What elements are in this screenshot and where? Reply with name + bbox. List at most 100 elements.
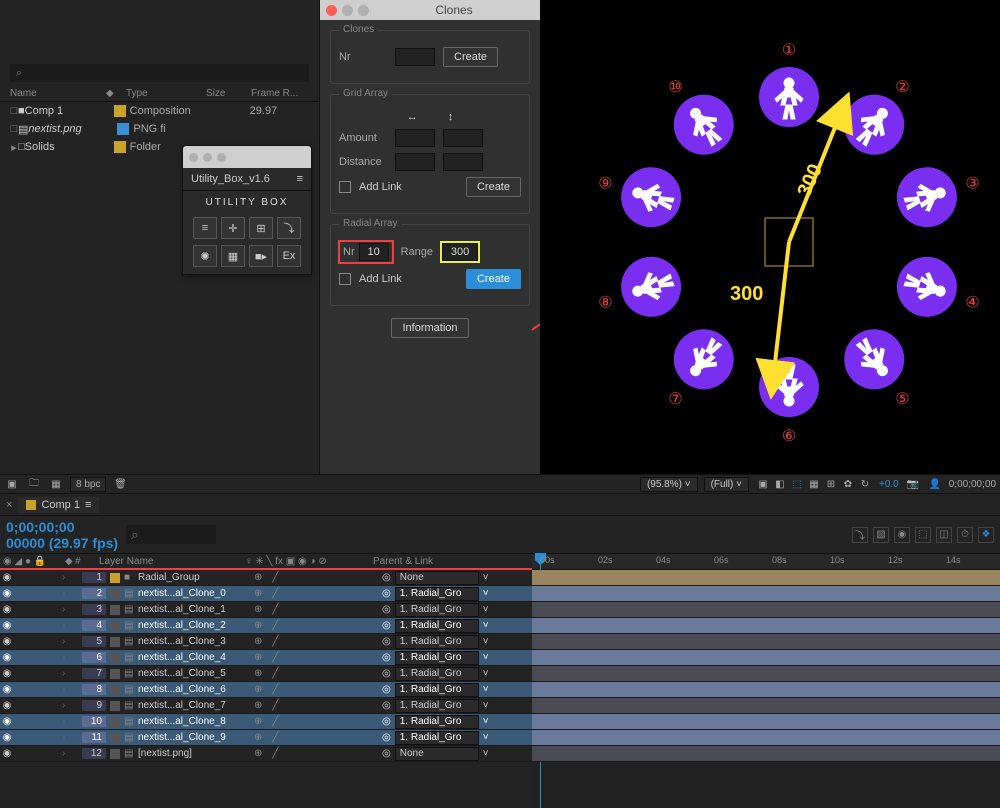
parent-selector[interactable]: 1. Radial_Gro	[395, 699, 479, 713]
parent-selector[interactable]: 1. Radial_Gro	[395, 731, 479, 745]
col-number[interactable]: #	[72, 556, 96, 567]
reset-exposure-icon[interactable]: ↻	[857, 477, 873, 491]
timeline-tab[interactable]: Comp 1 ≡	[18, 497, 99, 513]
exposure-value[interactable]: +0.0	[879, 479, 899, 490]
grid-addlink-checkbox[interactable]	[339, 181, 351, 193]
layer-bar[interactable]	[532, 730, 1000, 746]
utility-tool-button[interactable]: ⤵	[277, 217, 301, 239]
col-type[interactable]: Type	[126, 88, 206, 99]
timeline-layer-row[interactable]: ◉›8▤nextist...al_Clone_6⊕╱◎1. Radial_Gro…	[0, 682, 532, 698]
3d-icon[interactable]: ❖	[978, 527, 994, 543]
roi-icon[interactable]: ⬚	[789, 477, 805, 491]
col-parent[interactable]: Parent & Link	[370, 556, 436, 567]
timeline-tracks[interactable]: 00s02s04s06s08s10s12s14s16	[532, 554, 1000, 808]
pickwhip-icon[interactable]: ◎	[382, 636, 391, 647]
information-button[interactable]: Information	[391, 318, 468, 338]
grid-create-button[interactable]: Create	[466, 177, 521, 197]
grid-distance-v-input[interactable]	[443, 153, 483, 171]
traffic-dot[interactable]	[358, 5, 369, 16]
clones-create-button[interactable]: Create	[443, 47, 498, 67]
pickwhip-icon[interactable]: ◎	[382, 684, 391, 695]
layer-bar[interactable]	[532, 618, 1000, 634]
layer-bar[interactable]	[532, 698, 1000, 714]
layer-bar[interactable]	[532, 570, 1000, 586]
close-dot-icon[interactable]	[326, 5, 337, 16]
parent-selector[interactable]: None	[395, 747, 479, 761]
project-icon[interactable]: ▣	[4, 477, 20, 491]
timeline-search-input[interactable]	[126, 525, 216, 544]
clones-nr-input[interactable]	[395, 48, 435, 66]
parent-selector[interactable]: 1. Radial_Gro	[395, 635, 479, 649]
col-layername[interactable]: Layer Name	[96, 556, 242, 567]
parent-selector[interactable]: 1. Radial_Gro	[395, 715, 479, 729]
traffic-dot[interactable]	[189, 153, 198, 162]
zoom-selector[interactable]: (95.8%) ˅	[640, 477, 698, 492]
transparency-grid-icon[interactable]: ▣	[755, 477, 771, 491]
show-snapshot-icon[interactable]: 👤	[927, 477, 943, 491]
layer-bar[interactable]	[532, 650, 1000, 666]
pickwhip-icon[interactable]: ◎	[382, 668, 391, 679]
project-search-input[interactable]	[10, 64, 309, 82]
grid-distance-h-input[interactable]	[395, 153, 435, 171]
pickwhip-icon[interactable]: ◎	[382, 700, 391, 711]
traffic-dot[interactable]	[217, 153, 226, 162]
timeline-layer-row[interactable]: ◉›11▤nextist...al_Clone_9⊕╱◎1. Radial_Gr…	[0, 730, 532, 746]
bpc-selector[interactable]: 8 bpc	[70, 477, 106, 492]
mask-toggle-icon[interactable]: ◧	[772, 477, 788, 491]
pickwhip-icon[interactable]: ◎	[382, 604, 391, 615]
traffic-dot[interactable]	[342, 5, 353, 16]
motion-blur-icon[interactable]: ◉	[894, 527, 910, 543]
frame-blend-icon[interactable]: ▧	[873, 527, 889, 543]
timeline-timecode[interactable]: 0;00;00;00	[6, 519, 118, 535]
draft-3d-icon[interactable]: ◫	[936, 527, 952, 543]
utility-tool-button[interactable]: ✛	[221, 217, 245, 239]
layer-bar[interactable]	[532, 666, 1000, 682]
col-name[interactable]: Name	[10, 88, 106, 99]
graph-editor-icon[interactable]: ⬚	[915, 527, 931, 543]
layer-bar[interactable]	[532, 586, 1000, 602]
utility-tool-button[interactable]: ≡	[193, 217, 217, 239]
timeline-layer-row[interactable]: ◉›1■Radial_Group⊕╱◎None˅	[0, 570, 532, 586]
tab-menu-icon[interactable]: ≡	[85, 499, 91, 511]
parent-selector[interactable]: 1. Radial_Gro	[395, 651, 479, 665]
timeline-layer-row[interactable]: ◉›6▤nextist...al_Clone_4⊕╱◎1. Radial_Gro…	[0, 650, 532, 666]
radial-addlink-checkbox[interactable]	[339, 273, 351, 285]
parent-selector[interactable]: 1. Radial_Gro	[395, 587, 479, 601]
timeline-layer-row[interactable]: ◉›10▤nextist...al_Clone_8⊕╱◎1. Radial_Gr…	[0, 714, 532, 730]
timeline-layer-row[interactable]: ◉›9▤nextist...al_Clone_7⊕╱◎1. Radial_Gro…	[0, 698, 532, 714]
resolution-selector[interactable]: (Full) ˅	[704, 477, 749, 492]
parent-selector[interactable]: 1. Radial_Gro	[395, 603, 479, 617]
new-comp-icon[interactable]: ▦	[48, 477, 64, 491]
layer-bar[interactable]	[532, 602, 1000, 618]
utility-tool-button[interactable]: ■▸	[249, 245, 273, 267]
project-item[interactable]: □▤nextist.pngPNG fi	[0, 120, 319, 138]
grid-amount-v-input[interactable]	[443, 129, 483, 147]
pickwhip-icon[interactable]: ◎	[382, 652, 391, 663]
col-switches[interactable]: ♀ ✳ ╲ fx ▣ ◉ ◑ ⊘	[242, 556, 370, 567]
project-item[interactable]: □■Comp 1Composition29.97	[0, 102, 319, 120]
menu-icon[interactable]: ≡	[297, 173, 303, 185]
pickwhip-icon[interactable]: ◎	[382, 748, 391, 759]
timeline-layer-row[interactable]: ◉›3▤nextist...al_Clone_1⊕╱◎1. Radial_Gro…	[0, 602, 532, 618]
timeline-layer-row[interactable]: ◉›7▤nextist...al_Clone_5⊕╱◎1. Radial_Gro…	[0, 666, 532, 682]
composition-viewer[interactable]: 300 300 ①②③④⑤⑥⑦⑧⑨⑩	[540, 0, 1000, 474]
grid-amount-h-input[interactable]	[395, 129, 435, 147]
folder-icon[interactable]: 🗀	[26, 477, 42, 491]
timeline-layer-row[interactable]: ◉›12▤[nextist.png]⊕╱◎None˅	[0, 746, 532, 762]
parent-selector[interactable]: 1. Radial_Gro	[395, 667, 479, 681]
pickwhip-icon[interactable]: ◎	[382, 620, 391, 631]
col-frame[interactable]: Frame R...	[251, 88, 306, 99]
layer-bar[interactable]	[532, 634, 1000, 650]
col-size[interactable]: Size	[206, 88, 251, 99]
radial-range-input[interactable]	[442, 243, 478, 261]
layer-bar[interactable]	[532, 682, 1000, 698]
parent-selector[interactable]: None	[395, 571, 479, 585]
shy-icon[interactable]: ⤵	[852, 527, 868, 543]
tab-close-icon[interactable]: ×	[6, 499, 12, 511]
clones-titlebar[interactable]: Clones	[320, 0, 540, 20]
col-label-swatch[interactable]: ◆	[106, 88, 126, 99]
utility-tool-button[interactable]: ⊞	[249, 217, 273, 239]
utility-tool-button[interactable]: ✺	[193, 245, 217, 267]
utility-tool-button[interactable]: ▦	[221, 245, 245, 267]
timeline-ruler[interactable]: 00s02s04s06s08s10s12s14s16	[532, 554, 1000, 570]
